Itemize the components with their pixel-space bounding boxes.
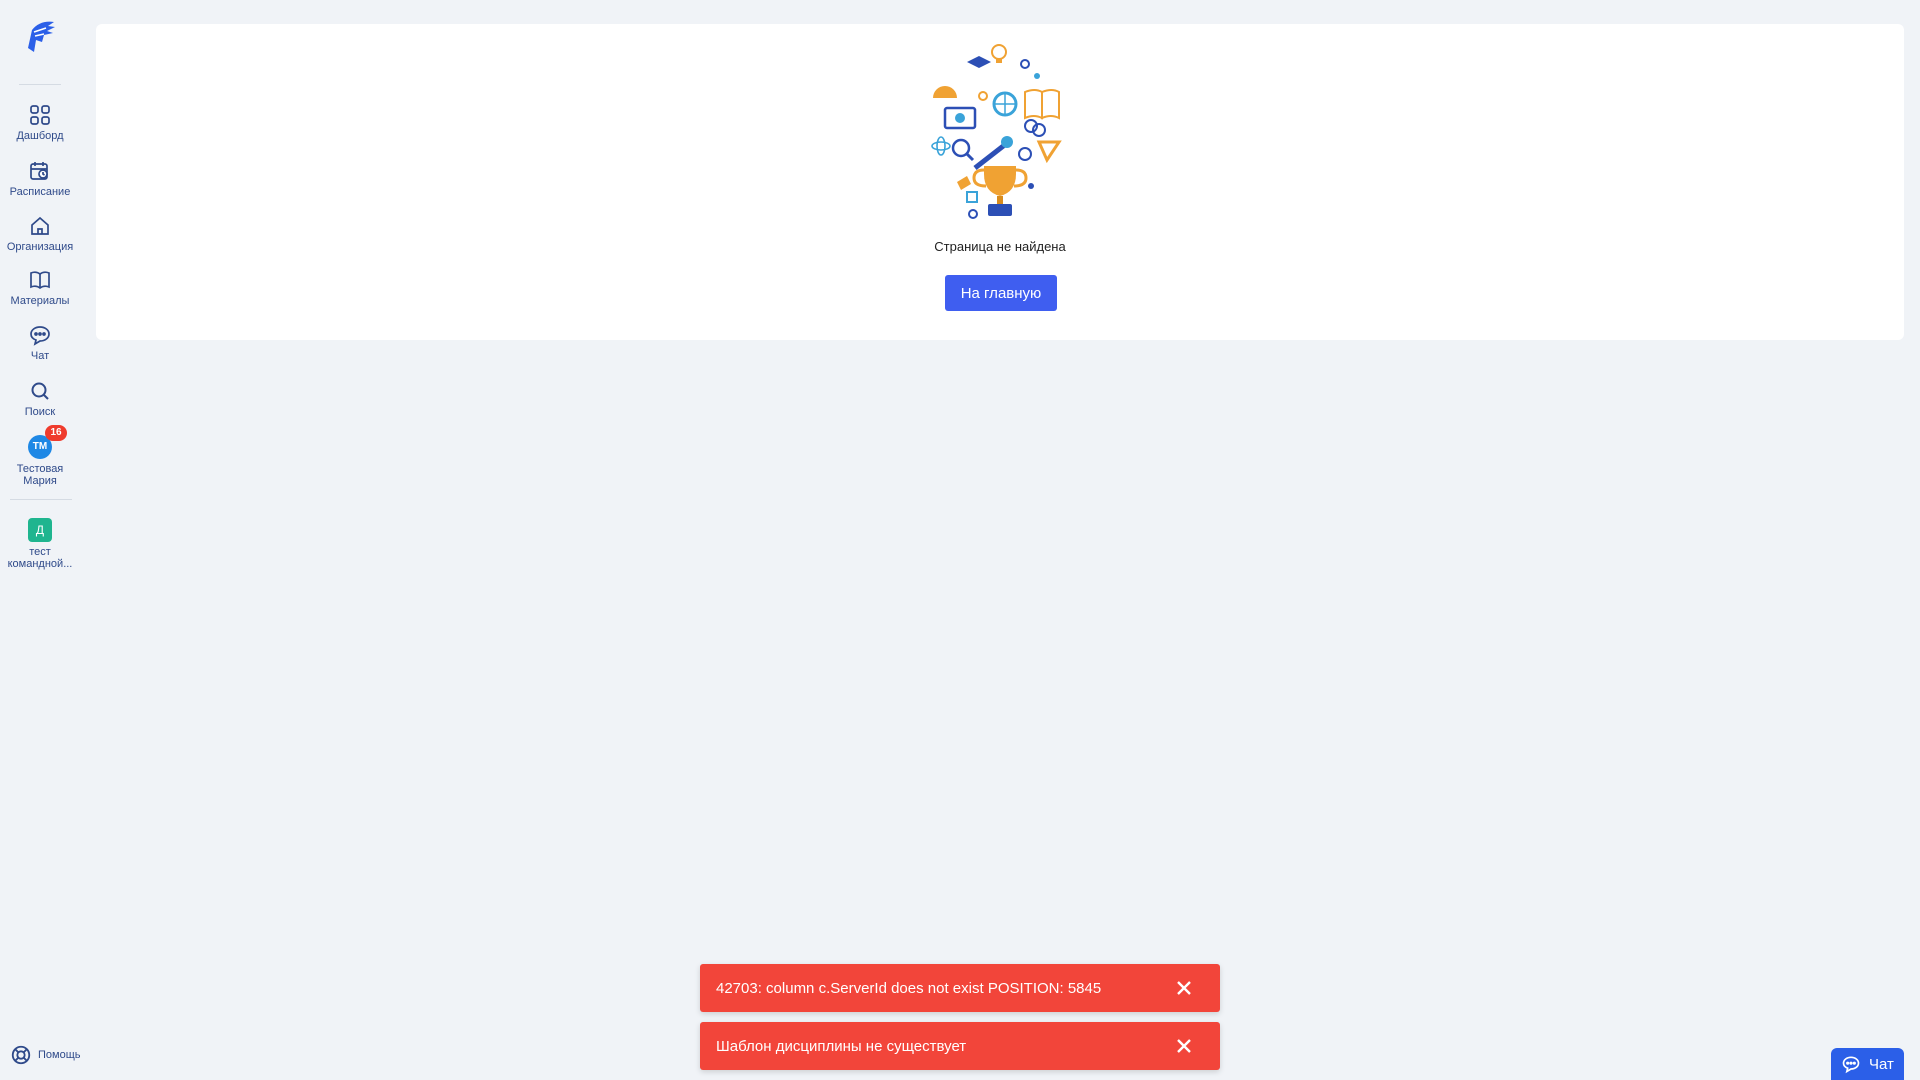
help-link[interactable]: Помощь xyxy=(10,1044,81,1066)
team-name: тест командной... xyxy=(7,546,73,570)
home-button[interactable]: На главную xyxy=(945,275,1057,311)
search-icon xyxy=(31,382,49,400)
sidebar-item-dashboard[interactable]: Дашборд xyxy=(0,103,80,142)
sidebar-item-team[interactable]: Д тест командной... xyxy=(0,518,80,570)
close-icon[interactable] xyxy=(1172,1034,1196,1058)
sidebar-item-label: Чат xyxy=(30,350,50,362)
lifebuoy-icon xyxy=(11,1045,31,1065)
sidebar-item-profile[interactable]: ТМ 16 Тестовая Мария xyxy=(0,425,80,487)
not-found-card: Страница не найдена На главную xyxy=(96,24,1904,340)
chat-widget-button[interactable]: Чат xyxy=(1831,1048,1904,1080)
help-label: Помощь xyxy=(38,1049,81,1061)
team-avatar: Д xyxy=(28,518,52,542)
sidebar-item-label: Поиск xyxy=(24,406,56,418)
sidebar-divider xyxy=(10,499,72,500)
sidebar-item-label: Дашборд xyxy=(16,130,64,142)
close-icon[interactable] xyxy=(1172,976,1196,1000)
sidebar-item-materials[interactable]: Материалы xyxy=(0,268,80,307)
sidebar-divider xyxy=(19,84,61,85)
book-icon xyxy=(30,271,50,290)
calendar-clock-icon xyxy=(30,162,48,180)
notification-badge: 16 xyxy=(45,425,67,441)
sidebar-item-label: Расписание xyxy=(9,186,71,198)
education-illustration xyxy=(931,44,1062,219)
sidebar-item-chat[interactable]: Чат xyxy=(0,323,80,362)
chat-widget-label: Чат xyxy=(1869,1055,1894,1073)
chat-bubble-icon xyxy=(1842,1056,1860,1074)
logo-icon[interactable] xyxy=(22,18,58,56)
sidebar-item-search[interactable]: Поиск xyxy=(0,379,80,418)
sidebar-item-label: Материалы xyxy=(10,295,70,307)
avatar: ТМ 16 xyxy=(28,425,67,459)
toast-message: Шаблон дисциплины не существует xyxy=(716,1037,967,1055)
sidebar-item-schedule[interactable]: Расписание xyxy=(0,159,80,198)
error-toast: Шаблон дисциплины не существует xyxy=(700,1022,1220,1070)
avatar-initials: ТМ xyxy=(32,441,48,452)
not-found-message: Страница не найдена xyxy=(934,239,1066,254)
sidebar-item-label: Организация xyxy=(6,241,74,253)
sidebar-item-organization[interactable]: Организация xyxy=(0,214,80,253)
dashboard-grid-icon xyxy=(30,105,50,125)
error-toast: 42703: column c.ServerId does not exist … xyxy=(700,964,1220,1012)
chat-bubble-icon xyxy=(30,326,50,346)
toast-message: 42703: column c.ServerId does not exist … xyxy=(716,979,1102,997)
profile-name: Тестовая Мария xyxy=(16,463,64,487)
sidebar: Дашборд Расписание Организация Материалы… xyxy=(0,0,81,1080)
home-icon xyxy=(31,216,49,235)
